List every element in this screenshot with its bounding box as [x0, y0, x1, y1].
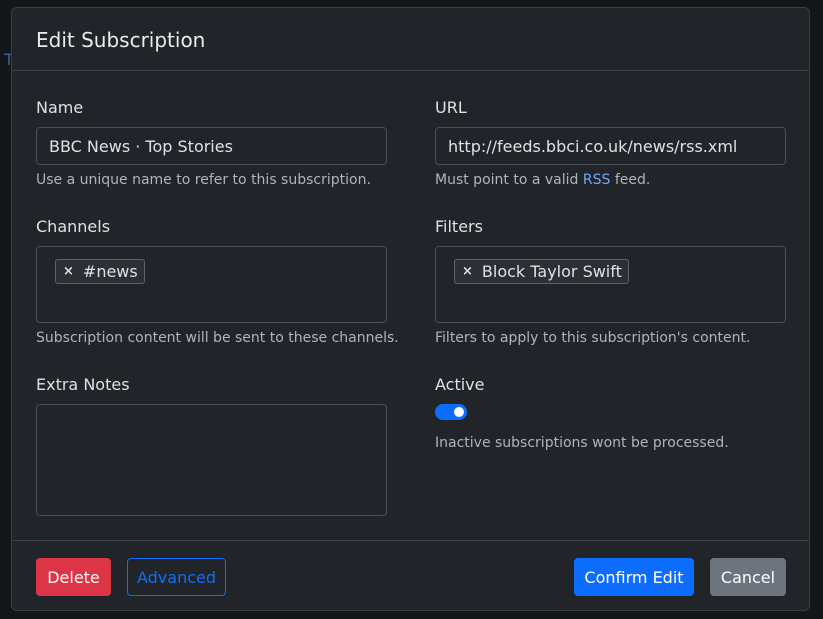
filters-input[interactable]: × Block Taylor Swift	[435, 246, 786, 323]
close-icon[interactable]: ×	[462, 264, 473, 279]
extra-notes-label: Extra Notes	[36, 375, 130, 394]
name-label: Name	[36, 98, 84, 117]
extra-notes-textarea[interactable]	[36, 404, 387, 516]
active-label: Active	[435, 375, 485, 394]
url-help-suffix: feed.	[610, 172, 651, 188]
modal-footer: Delete Advanced Confirm Edit Cancel	[12, 540, 809, 610]
filter-tag-label: Block Taylor Swift	[481, 262, 622, 281]
cancel-button[interactable]: Cancel	[710, 558, 786, 596]
rss-link[interactable]: RSS	[583, 172, 611, 188]
active-toggle[interactable]	[435, 404, 467, 420]
delete-button[interactable]: Delete	[36, 558, 111, 596]
url-help-text: Must point to a valid RSS feed.	[435, 172, 650, 188]
name-help-text: Use a unique name to refer to this subsc…	[36, 172, 371, 188]
active-help-text: Inactive subscriptions wont be processed…	[435, 435, 729, 451]
toggle-knob	[454, 407, 464, 417]
filters-help-text: Filters to apply to this subscription's …	[435, 330, 751, 346]
edit-subscription-modal: Edit Subscription Name BBC News · Top St…	[11, 7, 810, 611]
filters-label: Filters	[435, 217, 483, 236]
channel-tag-label: #news	[82, 262, 138, 281]
url-help-prefix: Must point to a valid	[435, 172, 583, 188]
name-input-value: BBC News · Top Stories	[49, 136, 233, 156]
confirm-edit-button[interactable]: Confirm Edit	[574, 558, 694, 596]
modal-header: Edit Subscription	[12, 8, 809, 71]
channels-label: Channels	[36, 217, 111, 236]
url-label: URL	[435, 98, 467, 117]
advanced-button[interactable]: Advanced	[127, 558, 226, 596]
url-input-value: http://feeds.bbci.co.uk/news/rss.xml	[448, 136, 738, 156]
channels-input[interactable]: × #news	[36, 246, 387, 323]
modal-title: Edit Subscription	[36, 27, 206, 52]
name-input[interactable]: BBC News · Top Stories	[36, 127, 387, 165]
filter-tag: × Block Taylor Swift	[454, 259, 629, 284]
url-input[interactable]: http://feeds.bbci.co.uk/news/rss.xml	[435, 127, 786, 165]
channels-help-text: Subscription content will be sent to the…	[36, 330, 399, 346]
channel-tag: × #news	[55, 259, 145, 284]
close-icon[interactable]: ×	[63, 264, 74, 279]
